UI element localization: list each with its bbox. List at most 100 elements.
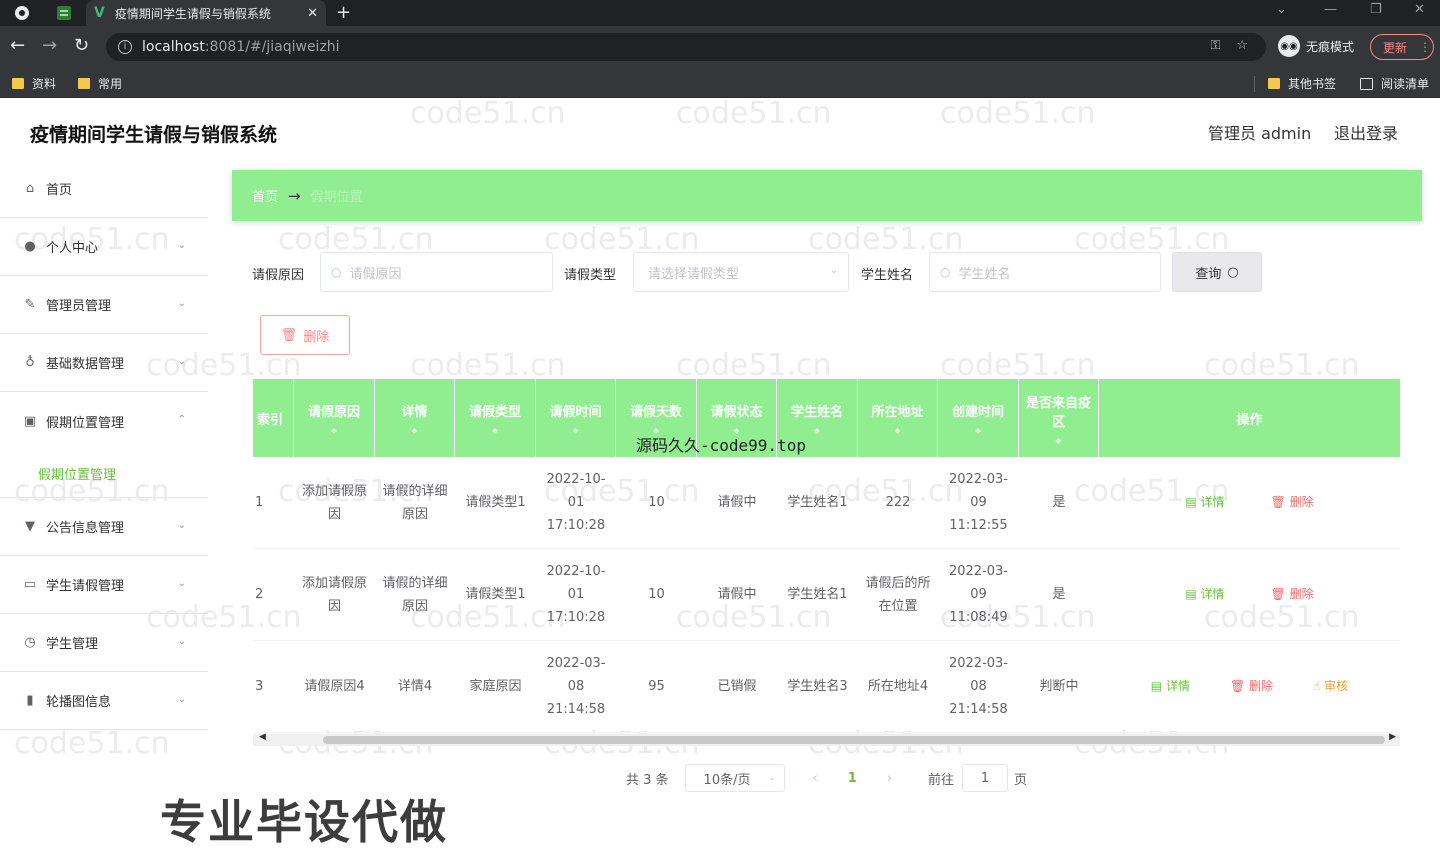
submenu-item-leave-location[interactable]: 假期位置管理 xyxy=(0,450,208,498)
incognito-indicator[interactable]: ◉◉ 无痕模式 xyxy=(1278,35,1354,57)
delete-label: 删除 xyxy=(1289,495,1314,509)
key-icon[interactable]: ⚿ xyxy=(1210,38,1220,53)
detail-button[interactable]: ▤ 详情 xyxy=(1185,583,1224,606)
column-header[interactable]: 详情 ◆ xyxy=(375,379,455,457)
chevron-up-icon: ⌃ xyxy=(177,414,186,425)
update-button[interactable]: 更新 ⋮ xyxy=(1370,34,1434,60)
prev-page-icon[interactable]: ‹ xyxy=(813,771,818,786)
query-button[interactable]: 查询 ○ xyxy=(1172,252,1262,292)
header-label: 请假时间 xyxy=(549,405,602,420)
type-select[interactable]: 请选择请假类型 ⌄ xyxy=(633,252,849,292)
scrollbar-thumb[interactable] xyxy=(323,736,1385,744)
detail-label: 详情 xyxy=(1200,587,1225,601)
sort-icon[interactable]: ◆ xyxy=(331,426,337,435)
sort-icon[interactable]: ◆ xyxy=(492,426,498,435)
page-size-value: 10条/页 xyxy=(703,772,751,788)
page-number[interactable]: 1 xyxy=(848,771,857,786)
chevron-down-icon: ⌄ xyxy=(177,298,186,309)
more-icon[interactable]: ⋮ xyxy=(1419,40,1431,54)
column-header[interactable]: 请假类型 ◆ xyxy=(455,379,536,457)
name-placeholder: 学生姓名 xyxy=(958,266,1011,282)
breadcrumb: 首页 → 假期位置 xyxy=(232,170,1422,221)
tab-search-icon[interactable]: ⌄ xyxy=(1276,2,1287,17)
close-window-icon[interactable]: ✕ xyxy=(1414,2,1425,17)
column-header[interactable]: 请假时间 ◆ xyxy=(536,379,616,457)
bookmark-label: 常用 xyxy=(98,77,123,91)
pinned-tab-icon[interactable] xyxy=(54,3,74,23)
star-icon[interactable]: ☆ xyxy=(1236,38,1248,53)
delete-button[interactable]: 🗑 删除 xyxy=(1230,675,1273,698)
info-icon[interactable]: i xyxy=(118,40,132,54)
breadcrumb-home[interactable]: 首页 xyxy=(252,186,278,205)
other-bookmarks[interactable]: 其他书签 xyxy=(1268,75,1336,92)
active-tab[interactable]: V 疫情期间学生请假与销假系统 ✕ xyxy=(86,0,326,26)
document-icon: ▤ xyxy=(1185,587,1201,601)
cell-type: 家庭原因 xyxy=(469,679,522,694)
bookmark-label: 资料 xyxy=(32,77,57,91)
review-button[interactable]: ☝ 审核 xyxy=(1313,675,1348,698)
sort-icon[interactable]: ◆ xyxy=(894,426,900,435)
table-row: 1 添加请假原因 请假的详细原因 请假类型1 2022-10-01 17:10:… xyxy=(253,457,1400,549)
sort-icon[interactable]: ◆ xyxy=(975,426,981,435)
delete-button[interactable]: 🗑 删除 xyxy=(1271,491,1314,514)
header-label: 所在地址 xyxy=(871,405,924,420)
sort-icon[interactable]: ◆ xyxy=(1055,436,1061,445)
next-page-icon[interactable]: › xyxy=(887,771,892,786)
minimize-icon[interactable]: — xyxy=(1324,2,1337,17)
promo-overlay-text: 专业毕设代做 xyxy=(160,795,448,849)
overlay-watermark-text: 源码久久-code99.top xyxy=(636,436,806,455)
table-row: 3 请假原因4 详情4 家庭原因 2022-03-08 21:14:58 95 … xyxy=(253,641,1400,733)
detail-button[interactable]: ▤ 详情 xyxy=(1151,675,1190,698)
horizontal-scrollbar[interactable]: ◀ ▶ xyxy=(253,732,1400,746)
sidebar-item-carousel[interactable]: ▮ 轮播图信息 ⌄ xyxy=(0,672,208,730)
page-size-select[interactable]: 10条/页 ⌄ xyxy=(684,764,785,792)
sidebar-item-home[interactable]: ⌂ 首页 xyxy=(0,160,208,218)
delete-button[interactable]: 🗑 删除 xyxy=(1271,583,1314,606)
column-header[interactable]: 是否来自疫区 ◆ xyxy=(1019,379,1099,457)
edit-icon: ✎ xyxy=(24,297,36,312)
column-header[interactable]: 所在地址 ◆ xyxy=(858,379,938,457)
watermark: code51.cn xyxy=(410,98,566,131)
close-tab-icon[interactable]: ✕ xyxy=(307,6,318,21)
sidebar-item-profile[interactable]: ● 个人中心 ⌄ xyxy=(0,218,208,276)
chrome-icon[interactable] xyxy=(12,3,32,23)
sort-icon[interactable]: ◆ xyxy=(411,426,417,435)
column-header[interactable]: 请假原因 ◆ xyxy=(294,379,375,457)
header-label: 是否来自疫区 xyxy=(1025,395,1091,430)
reading-list[interactable]: 阅读清单 xyxy=(1360,75,1429,92)
header-label: 详情 xyxy=(401,405,428,420)
header-label: 创建时间 xyxy=(951,405,1004,420)
sidebar-item-leave-location[interactable]: ▣ 假期位置管理 ⌃ xyxy=(0,392,208,450)
message-icon: ▭ xyxy=(23,577,37,592)
sidebar-item-admin[interactable]: ✎ 管理员管理 ⌄ xyxy=(0,276,208,334)
cell-actions: ▤ 详情 🗑 删除 xyxy=(1099,457,1400,548)
sidebar-item-student[interactable]: ◷ 学生管理 ⌄ xyxy=(0,614,208,672)
back-icon[interactable]: ← xyxy=(10,35,25,56)
sidebar-item-label: 学生管理 xyxy=(46,637,99,652)
goto-page-input[interactable]: 1 xyxy=(962,764,1009,792)
scroll-right-icon[interactable]: ▶ xyxy=(1389,732,1396,742)
trash-icon: 🗑 xyxy=(1229,679,1250,693)
bookmark-folder-2[interactable]: 常用 xyxy=(78,75,122,92)
batch-delete-button[interactable]: 🗑 删除 xyxy=(260,315,350,355)
sort-icon[interactable]: ◆ xyxy=(572,426,578,435)
sidebar-item-base-data[interactable]: ♁ 基础数据管理 ⌄ xyxy=(0,334,208,392)
sidebar-item-notice[interactable]: ▼ 公告信息管理 ⌄ xyxy=(0,498,208,556)
mic-icon: ♁ xyxy=(25,355,35,370)
sidebar-item-student-leave[interactable]: ▭ 学生请假管理 ⌄ xyxy=(0,556,208,614)
name-input[interactable]: ○ 学生姓名 xyxy=(929,252,1161,292)
restore-icon[interactable]: ❐ xyxy=(1370,2,1382,17)
sort-icon[interactable]: ◆ xyxy=(814,426,820,435)
scroll-left-icon[interactable]: ◀ xyxy=(259,732,266,742)
bookmark-folder-1[interactable]: 资料 xyxy=(12,75,56,92)
reason-input[interactable]: ○ 请假原因 xyxy=(320,252,553,292)
column-header: 索引 xyxy=(253,379,294,457)
search-icon: ○ xyxy=(940,265,951,279)
url-input[interactable]: i localhost :8081/#/jiaqiweizhi ⚿ ☆ xyxy=(106,33,1266,61)
column-header[interactable]: 创建时间 ◆ xyxy=(938,379,1019,457)
reload-icon[interactable]: ↻ xyxy=(74,35,89,56)
new-tab-icon[interactable]: + xyxy=(336,2,351,23)
forward-icon[interactable]: → xyxy=(42,35,57,56)
logout-link[interactable]: 退出登录 xyxy=(1334,120,1398,144)
detail-button[interactable]: ▤ 详情 xyxy=(1185,491,1224,514)
